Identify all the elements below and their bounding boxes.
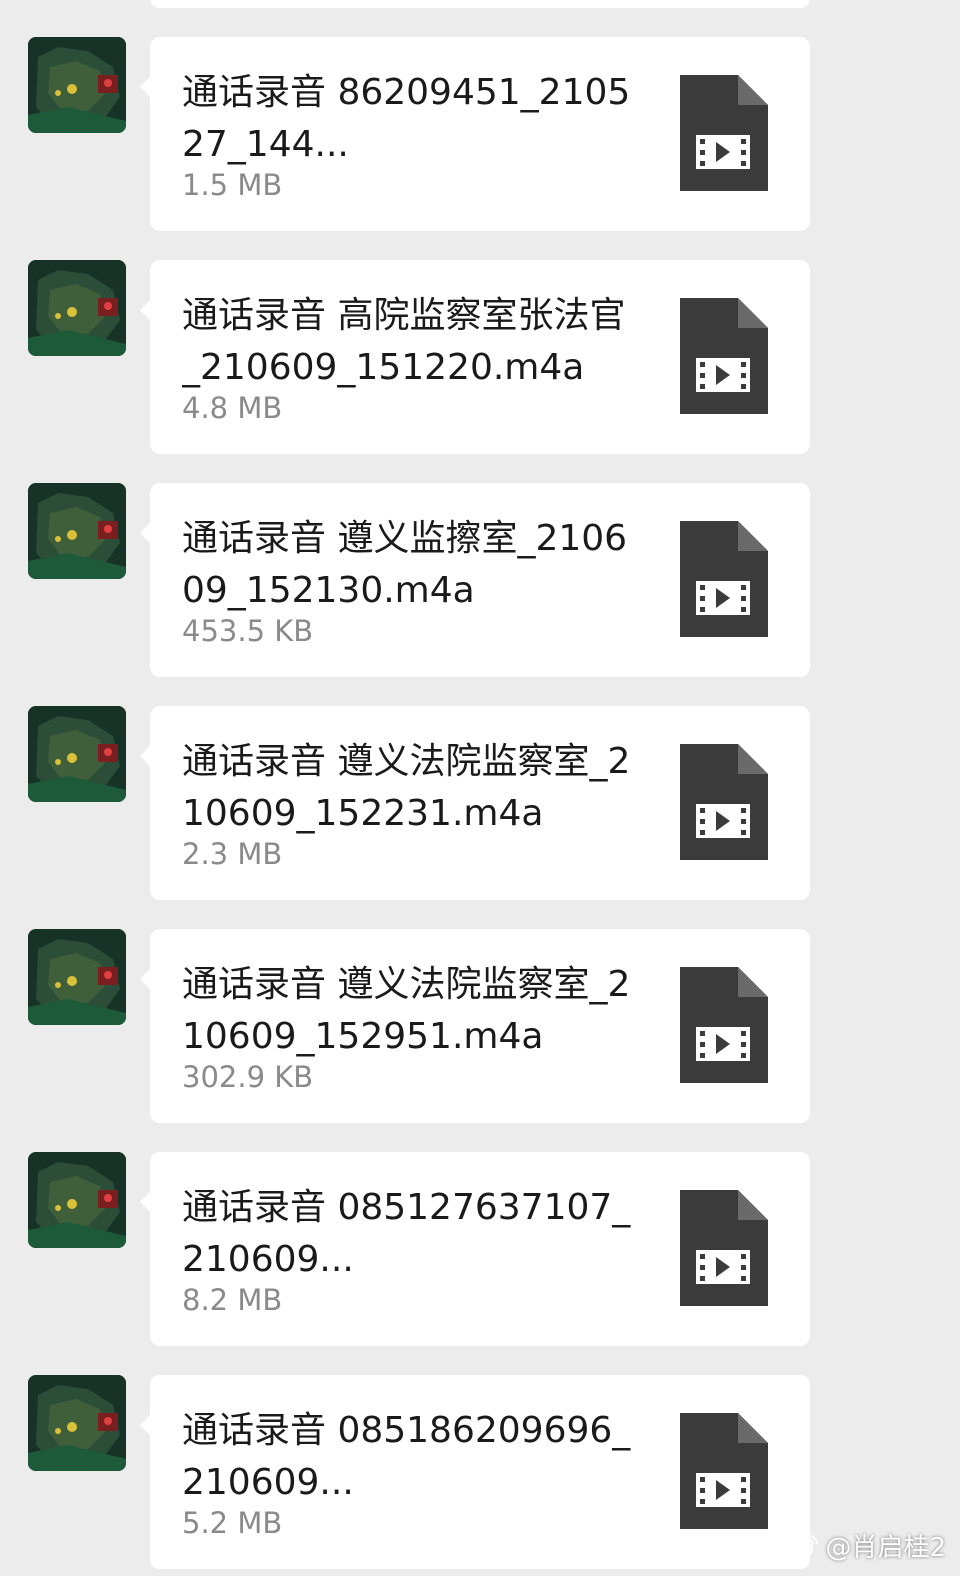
- video-file-icon: [680, 1190, 768, 1306]
- file-size: 1.5 MB: [182, 168, 283, 202]
- watermark-text: @肖启桂2: [825, 1533, 946, 1563]
- avatar[interactable]: [28, 929, 126, 1025]
- avatar[interactable]: [28, 1152, 126, 1248]
- avatar-image: [28, 37, 126, 133]
- avatar[interactable]: [28, 37, 126, 133]
- avatar-image: [28, 706, 126, 802]
- file-size: 5.2 MB: [182, 1506, 283, 1540]
- avatar[interactable]: [28, 1375, 126, 1471]
- video-file-icon: [680, 1413, 768, 1529]
- avatar-image: [28, 1375, 126, 1471]
- file-size: 453.5 KB: [182, 614, 314, 648]
- file-name: 通话录音 遵义法院监察室_210609_152231.m4a: [182, 741, 631, 834]
- video-file-icon: [680, 298, 768, 414]
- video-file-icon: [680, 744, 768, 860]
- chat-message-list[interactable]: 通话录音 86209451_210527_144... 1.5 MB 通话录音 …: [0, 0, 960, 1576]
- video-file-icon: [680, 75, 768, 191]
- watermark: @肖启桂2: [785, 1527, 946, 1564]
- file-name: 通话录音 遵义监擦室_210609_152130.m4a: [182, 518, 628, 611]
- file-size: 2.3 MB: [182, 837, 283, 871]
- avatar-image: [28, 929, 126, 1025]
- file-name: 通话录音 高院监察室张法官_210609_151220.m4a: [182, 295, 626, 388]
- file-message: 通话录音 遵义法院监察室_210609_152951.m4a 302.9 KB: [0, 929, 960, 1125]
- file-message: 通话录音 遵义法院监察室_210609_152231.m4a 2.3 MB: [0, 706, 960, 902]
- file-name: 通话录音 085127637107_210609...: [182, 1187, 631, 1280]
- file-bubble[interactable]: 通话录音 遵义监擦室_210609_152130.m4a 453.5 KB: [140, 483, 810, 677]
- file-bubble[interactable]: 通话录音 遵义法院监察室_210609_152951.m4a 302.9 KB: [140, 929, 810, 1123]
- file-size: 4.8 MB: [182, 391, 283, 425]
- previous-message-bubble[interactable]: [150, 0, 810, 8]
- file-size: 302.9 KB: [182, 1060, 314, 1094]
- avatar-image: [28, 483, 126, 579]
- file-message: 通话录音 085127637107_210609... 8.2 MB: [0, 1152, 960, 1348]
- file-name: 通话录音 86209451_210527_144...: [182, 72, 631, 165]
- file-bubble[interactable]: 通话录音 遵义法院监察室_210609_152231.m4a 2.3 MB: [140, 706, 810, 900]
- weibo-icon: [785, 1534, 819, 1559]
- file-bubble[interactable]: 通话录音 86209451_210527_144... 1.5 MB: [140, 37, 810, 231]
- avatar-image: [28, 260, 126, 356]
- video-file-icon: [680, 967, 768, 1083]
- file-bubble[interactable]: 通话录音 高院监察室张法官_210609_151220.m4a 4.8 MB: [140, 260, 810, 454]
- file-message: 通话录音 遵义监擦室_210609_152130.m4a 453.5 KB: [0, 483, 960, 679]
- file-message: 通话录音 高院监察室张法官_210609_151220.m4a 4.8 MB: [0, 260, 960, 456]
- file-message: 通话录音 86209451_210527_144... 1.5 MB: [0, 37, 960, 233]
- avatar[interactable]: [28, 483, 126, 579]
- avatar-image: [28, 1152, 126, 1248]
- file-name: 通话录音 085186209696_210609...: [182, 1410, 631, 1503]
- file-size: 8.2 MB: [182, 1283, 283, 1317]
- file-bubble[interactable]: 通话录音 085127637107_210609... 8.2 MB: [140, 1152, 810, 1346]
- avatar[interactable]: [28, 706, 126, 802]
- video-file-icon: [680, 521, 768, 637]
- file-name: 通话录音 遵义法院监察室_210609_152951.m4a: [182, 964, 631, 1057]
- avatar[interactable]: [28, 260, 126, 356]
- file-bubble[interactable]: 通话录音 085186209696_210609... 5.2 MB: [140, 1375, 810, 1569]
